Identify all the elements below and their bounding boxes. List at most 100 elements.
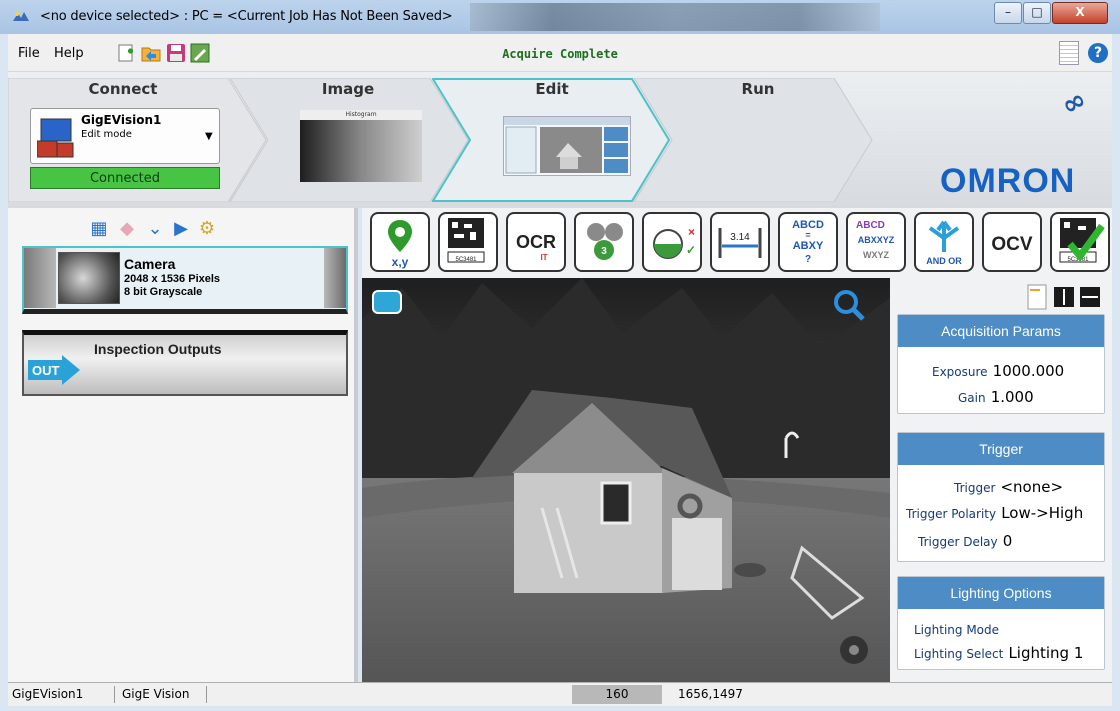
ocr-sub-label: IT bbox=[540, 253, 547, 262]
trigger-polarity-value[interactable]: Low->High bbox=[1001, 504, 1083, 522]
camera-bit-depth: 8 bit Grayscale bbox=[124, 286, 203, 298]
status-interface: GigE Vision bbox=[122, 687, 190, 701]
link-icon[interactable]: ∞ bbox=[1055, 82, 1092, 122]
trigger-polarity-label: Trigger Polarity bbox=[906, 507, 997, 521]
string-match-icon: ABCD ABXXYZ WXYZ bbox=[856, 220, 895, 260]
string-match-mid: ABXXYZ bbox=[858, 235, 895, 245]
layers-icon[interactable]: ▦ bbox=[88, 218, 110, 240]
trigger-box: Trigger Trigger <none> Trigger Polarity … bbox=[897, 432, 1105, 562]
help-info-icon[interactable]: ? bbox=[1088, 43, 1108, 63]
lighting-options-title: Lighting Options bbox=[898, 577, 1104, 609]
app-logo-icon bbox=[13, 12, 29, 21]
lighting-select-value[interactable]: Lighting 1 bbox=[1008, 644, 1083, 662]
step-connect[interactable]: Connect bbox=[48, 80, 198, 98]
tool-string-match[interactable]: ABCD ABXXYZ WXYZ bbox=[846, 212, 906, 272]
tool-barcode[interactable]: 5C3481 bbox=[438, 212, 498, 272]
device-selector[interactable]: GigEVision1 Edit mode ▼ bbox=[30, 108, 220, 164]
inspection-outputs-label: Inspection Outputs bbox=[94, 341, 222, 357]
exposure-label: Exposure bbox=[932, 365, 988, 379]
application-window: <no device selected> : PC = <Current Job… bbox=[0, 0, 1120, 711]
inspection-outputs-item[interactable]: OUT Inspection Outputs bbox=[22, 330, 348, 396]
presence-check-icon: × ✓ bbox=[653, 225, 696, 259]
camera-item[interactable]: Camera 2048 x 1536 Pixels 8 bit Grayscal… bbox=[22, 246, 348, 314]
ocv-label: OCV bbox=[991, 234, 1033, 255]
menu-bar: File Help Acquire Complete ? bbox=[8, 34, 1112, 72]
tool-measure-distance[interactable]: 3.14 bbox=[710, 212, 770, 272]
status-device: GigEVision1 bbox=[12, 687, 84, 701]
trigger-delay-value[interactable]: 0 bbox=[1003, 532, 1013, 550]
gain-value[interactable]: 1.000 bbox=[991, 388, 1034, 406]
status-coordinates: 1656,1497 bbox=[678, 687, 743, 701]
inspection-tree-panel: ▦ ◆ ⌄ ▶ ⚙ Camera 2048 x 1536 Pixels 8 bi… bbox=[8, 208, 358, 682]
dropdown-arrow-icon: ▼ bbox=[205, 131, 213, 142]
output-arrow-icon: OUT bbox=[28, 355, 80, 385]
status-bar: GigEVision1 GigE Vision 160 1656,1497 bbox=[8, 682, 1112, 706]
tool-locate-xy[interactable]: x,y bbox=[370, 212, 430, 272]
tool-count-blobs[interactable]: 3 bbox=[574, 212, 634, 272]
camera-image-view[interactable] bbox=[362, 278, 890, 682]
tool-barcode-verify[interactable]: 5C3481 bbox=[1050, 212, 1110, 272]
layout-document-icon[interactable] bbox=[1027, 284, 1047, 310]
output-badge-text: OUT bbox=[32, 363, 60, 378]
acquisition-params-box: Acquisition Params Exposure 1000.000 Gai… bbox=[897, 314, 1105, 414]
layout-single-icon[interactable] bbox=[1080, 287, 1100, 307]
expand-down-icon[interactable]: ⌄ bbox=[144, 218, 166, 240]
document-view-icon[interactable] bbox=[1059, 41, 1079, 65]
barcode-label: 5C3481 bbox=[455, 257, 477, 263]
trigger-delay-label: Trigger Delay bbox=[918, 535, 998, 549]
edit-preview-image bbox=[504, 117, 630, 174]
svg-text:3: 3 bbox=[601, 246, 607, 257]
string-compare-bottom: ABXY bbox=[793, 240, 824, 252]
camera-name: Camera bbox=[124, 256, 176, 272]
title-bar: <no device selected> : PC = <Current Job… bbox=[0, 0, 1120, 34]
barcode-icon: 5C3481 bbox=[447, 218, 485, 263]
acquisition-params-title: Acquisition Params bbox=[898, 315, 1104, 347]
settings-gear-icon[interactable]: ⚙ bbox=[196, 218, 218, 240]
count-blobs-icon: 3 bbox=[587, 223, 623, 260]
title-bar-background-image bbox=[470, 3, 880, 31]
exposure-value[interactable]: 1000.000 bbox=[993, 362, 1065, 380]
window-title: <no device selected> : PC = <Current Job… bbox=[40, 9, 453, 24]
connection-status-badge: Connected bbox=[30, 167, 220, 189]
step-edit[interactable]: Edit bbox=[492, 80, 612, 98]
string-compare-mid: = bbox=[805, 230, 810, 240]
string-match-top: ABCD bbox=[856, 220, 885, 231]
shed-photo bbox=[362, 278, 890, 682]
maximize-button[interactable]: □ bbox=[1023, 2, 1051, 24]
tool-strip: x,y 5C3481 OCR IT 3 × ✓ 3.14 ABCD = ABXY… bbox=[362, 208, 1112, 278]
layout-split-icon[interactable] bbox=[1054, 287, 1074, 307]
tool-presence-check[interactable]: × ✓ bbox=[642, 212, 702, 272]
logic-icon: AND OR bbox=[926, 220, 962, 266]
lighting-select-label: Lighting Select bbox=[914, 647, 1004, 661]
step-image[interactable]: Image bbox=[288, 80, 408, 98]
eraser-icon[interactable]: ◆ bbox=[116, 218, 138, 240]
status-pixel-value: 160 bbox=[572, 685, 662, 704]
histogram-title: Histogram bbox=[300, 110, 422, 120]
step-run[interactable]: Run bbox=[698, 80, 818, 98]
logic-label: AND OR bbox=[926, 256, 962, 266]
camera-item-right-strip bbox=[324, 248, 346, 308]
play-icon[interactable]: ▶ bbox=[170, 218, 192, 240]
histogram-thumbnail[interactable]: Histogram bbox=[300, 110, 422, 182]
tool-logic[interactable]: AND OR bbox=[914, 212, 974, 272]
svg-text:×: × bbox=[688, 225, 695, 239]
camera-capture-icon[interactable] bbox=[372, 290, 402, 314]
trigger-title: Trigger bbox=[898, 433, 1104, 465]
tool-string-compare[interactable]: ABCD = ABXY ? bbox=[778, 212, 838, 272]
camera-resolution: 2048 x 1536 Pixels bbox=[124, 273, 221, 285]
image-settings-gear-icon[interactable] bbox=[834, 630, 874, 670]
trigger-value[interactable]: <none> bbox=[1000, 478, 1063, 496]
lighting-options-box: Lighting Options Lighting Mode Lighting … bbox=[897, 576, 1105, 670]
camera-item-left-strip bbox=[24, 248, 56, 308]
close-button[interactable]: X bbox=[1052, 2, 1108, 24]
tool-ocv[interactable]: OCV bbox=[982, 212, 1042, 272]
lighting-mode-label: Lighting Mode bbox=[914, 623, 1000, 637]
gain-label: Gain bbox=[958, 391, 986, 405]
tool-ocr[interactable]: OCR IT bbox=[506, 212, 566, 272]
minimize-button[interactable]: – bbox=[994, 2, 1022, 24]
device-mode: Edit mode bbox=[81, 129, 132, 140]
edit-thumbnail[interactable] bbox=[503, 116, 631, 176]
zoom-magnifier-icon[interactable] bbox=[832, 288, 866, 322]
device-name: GigEVision1 bbox=[81, 113, 162, 127]
barcode-verify-icon: 5C3481 bbox=[1059, 218, 1105, 263]
